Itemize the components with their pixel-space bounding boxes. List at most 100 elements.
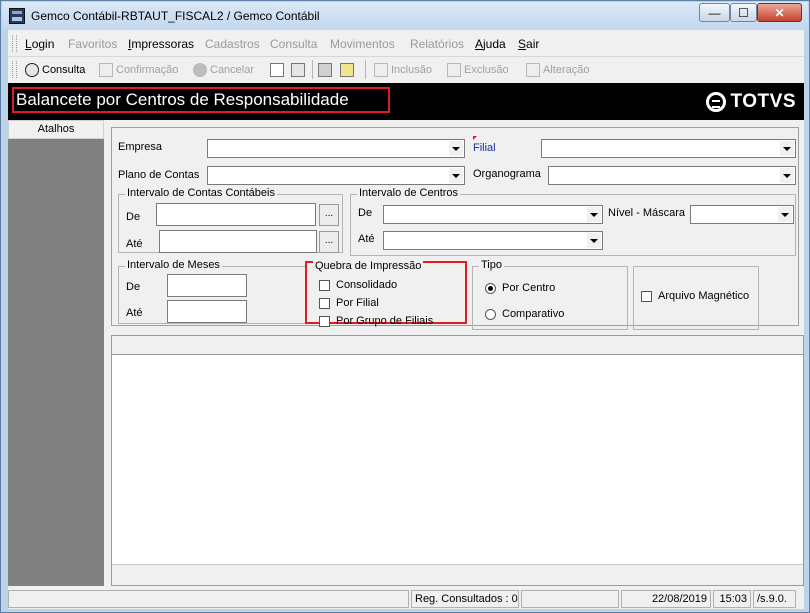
atalhos-tab[interactable]: Atalhos bbox=[8, 120, 104, 139]
contas-de-label: De bbox=[126, 211, 141, 223]
exclusao-button[interactable]: Exclusão bbox=[447, 63, 509, 77]
radio-selected-icon[interactable] bbox=[485, 282, 496, 294]
sidebar: Atalhos bbox=[8, 120, 104, 586]
save-icon bbox=[99, 63, 113, 77]
chevron-down-icon[interactable] bbox=[587, 207, 601, 222]
consulta-button[interactable]: Consulta bbox=[25, 63, 85, 77]
quebra-impressao-title: Quebra de Impressão bbox=[313, 260, 424, 272]
status-cell-message bbox=[8, 590, 409, 608]
edit-record-icon bbox=[526, 63, 540, 77]
menu-impressoras[interactable]: Impressoras bbox=[128, 37, 194, 51]
contas-ate-lookup-button[interactable]: ... bbox=[319, 231, 339, 253]
toolbar-separator bbox=[365, 60, 366, 79]
menu-favoritos[interactable]: Favoritos bbox=[68, 37, 117, 51]
meses-de-input[interactable] bbox=[167, 274, 247, 297]
menu-consulta[interactable]: Consulta bbox=[270, 37, 317, 51]
contas-de-lookup-button[interactable]: ... bbox=[319, 204, 339, 226]
checkbox-icon[interactable] bbox=[319, 315, 330, 327]
filial-select[interactable] bbox=[541, 139, 796, 158]
menu-login[interactable]: Login bbox=[25, 37, 54, 51]
reg-consultados-status: Reg. Consultados : 0 bbox=[411, 590, 519, 608]
title-bar[interactable]: Gemco Contábil-RBTAUT_FISCAL2 / Gemco Co… bbox=[2, 2, 808, 30]
print-preview-button[interactable] bbox=[340, 63, 357, 77]
por-grupo-filiais-label: Por Grupo de Filiais bbox=[336, 315, 434, 327]
menu-sair[interactable]: Sair bbox=[518, 37, 539, 51]
application-window: Gemco Contábil-RBTAUT_FISCAL2 / Gemco Co… bbox=[0, 0, 810, 613]
arquivo-magnetico-checkbox[interactable]: Arquivo Magnético bbox=[641, 290, 749, 302]
menu-movimentos[interactable]: Movimentos bbox=[330, 37, 395, 51]
filial-label: Filial bbox=[473, 142, 496, 154]
chevron-down-icon[interactable] bbox=[449, 141, 463, 156]
new-document-button[interactable] bbox=[270, 63, 287, 77]
results-grid[interactable] bbox=[111, 335, 804, 586]
radio-icon[interactable] bbox=[485, 308, 496, 320]
date-status: 22/08/2019 bbox=[621, 590, 711, 608]
plano-de-contas-select[interactable] bbox=[207, 166, 465, 185]
tipo-group: Tipo Por Centro Comparativo bbox=[472, 259, 628, 330]
chevron-down-icon[interactable] bbox=[587, 233, 601, 248]
chevron-down-icon[interactable] bbox=[780, 141, 794, 156]
chevron-down-icon[interactable] bbox=[449, 168, 463, 183]
comparativo-radio[interactable]: Comparativo bbox=[485, 308, 564, 320]
minimize-button[interactable]: — bbox=[699, 3, 730, 22]
results-grid-footer bbox=[112, 564, 803, 585]
centros-ate-label: Até bbox=[358, 233, 375, 245]
inclusao-button[interactable]: Inclusão bbox=[374, 63, 432, 77]
confirmacao-button[interactable]: Confirmação bbox=[99, 63, 178, 77]
export-button[interactable] bbox=[291, 63, 308, 77]
consulta-label: Consulta bbox=[42, 64, 86, 76]
results-grid-header bbox=[112, 336, 803, 355]
meses-interval-group: Intervalo de Meses De Até bbox=[118, 259, 306, 324]
contas-de-input[interactable] bbox=[156, 203, 316, 226]
menu-grip bbox=[12, 35, 17, 52]
plano-de-contas-label: Plano de Contas bbox=[118, 169, 200, 181]
maximize-button[interactable]: ☐ bbox=[730, 3, 757, 22]
alteracao-button[interactable]: Alteração bbox=[526, 63, 589, 77]
cancelar-label: Cancelar bbox=[210, 64, 255, 76]
meses-ate-input[interactable] bbox=[167, 300, 247, 323]
organograma-select[interactable] bbox=[548, 166, 796, 185]
consolidado-checkbox[interactable]: Consolidado bbox=[319, 279, 397, 291]
contas-interval-group: Intervalo de Contas Contábeis De ... Até… bbox=[118, 187, 343, 253]
por-centro-radio[interactable]: Por Centro bbox=[485, 282, 555, 294]
contas-ate-label: Até bbox=[126, 238, 143, 250]
cancelar-button[interactable]: Cancelar bbox=[193, 63, 254, 77]
empresa-select[interactable] bbox=[207, 139, 465, 158]
time-status: 15:03 bbox=[713, 590, 751, 608]
menu-ajuda[interactable]: Ajuda bbox=[475, 37, 506, 51]
totvs-logo-icon bbox=[705, 92, 726, 112]
print-button[interactable] bbox=[318, 63, 335, 77]
checkbox-icon[interactable] bbox=[641, 290, 652, 302]
meses-de-label: De bbox=[126, 281, 141, 293]
toolbar-grip bbox=[12, 61, 17, 78]
close-button[interactable]: ✕ bbox=[757, 3, 802, 22]
checkbox-icon[interactable] bbox=[319, 297, 330, 309]
cancel-icon bbox=[193, 63, 207, 77]
centros-ate-select[interactable] bbox=[383, 231, 603, 250]
app-icon bbox=[9, 8, 25, 24]
version-status: /s.9.0. bbox=[753, 590, 796, 608]
contas-ate-input[interactable] bbox=[159, 230, 317, 253]
organograma-label: Organograma bbox=[473, 168, 541, 180]
contas-interval-title: Intervalo de Contas Contábeis bbox=[125, 187, 277, 199]
confirmacao-label: Confirmação bbox=[116, 64, 179, 76]
por-filial-checkbox[interactable]: Por Filial bbox=[319, 297, 379, 309]
toolbar-separator bbox=[312, 60, 313, 79]
chevron-down-icon[interactable] bbox=[780, 168, 794, 183]
chevron-down-icon[interactable] bbox=[778, 207, 792, 222]
inclusao-label: Inclusão bbox=[391, 64, 432, 76]
window-title: Gemco Contábil-RBTAUT_FISCAL2 / Gemco Co… bbox=[31, 9, 320, 23]
nivel-mascara-select[interactable] bbox=[690, 205, 794, 224]
por-centro-label: Por Centro bbox=[502, 282, 556, 294]
menu-relatorios[interactable]: Relatórios bbox=[410, 37, 464, 51]
header-band: Balancete por Centros de Responsabilidad… bbox=[8, 83, 804, 120]
comparativo-label: Comparativo bbox=[502, 308, 565, 320]
centros-de-select[interactable] bbox=[383, 205, 603, 224]
printer-icon bbox=[318, 63, 332, 77]
menu-cadastros[interactable]: Cadastros bbox=[205, 37, 260, 51]
status-cell-empty bbox=[521, 590, 619, 608]
consolidado-label: Consolidado bbox=[336, 279, 398, 291]
checkbox-icon[interactable] bbox=[319, 279, 330, 291]
por-grupo-filiais-checkbox[interactable]: Por Grupo de Filiais bbox=[319, 315, 433, 327]
new-document-icon bbox=[270, 63, 284, 77]
